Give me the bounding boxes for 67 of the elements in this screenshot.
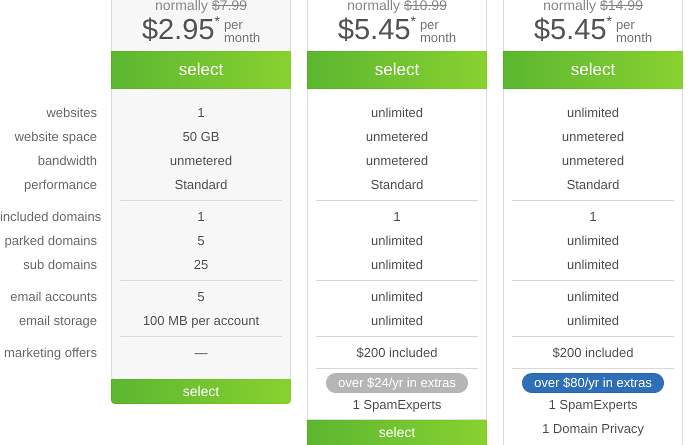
extra-item: 1 SpamExperts <box>352 396 442 414</box>
feature-label: website space <box>14 128 97 146</box>
old-price: $14.99 <box>600 0 643 11</box>
feature-value: unlimited <box>566 104 620 122</box>
feature-value: 5 <box>196 288 206 306</box>
feature-value: 1 <box>588 208 598 226</box>
extras-badge: over $24/yr in extras <box>326 373 468 393</box>
month-label: month <box>616 31 652 44</box>
select-button[interactable]: select <box>111 51 291 89</box>
feature-value: 100 MB per account <box>142 312 260 330</box>
feature-value: unmetered <box>364 152 430 170</box>
price: $5.45 <box>534 13 606 47</box>
feature-value: unlimited <box>370 256 424 274</box>
feature-value: — <box>194 344 208 362</box>
feature-value: unlimited <box>566 256 620 274</box>
old-price: $7.99 <box>212 0 247 11</box>
feature-value: unlimited <box>370 312 424 330</box>
feature-label: parked domains <box>4 232 97 250</box>
feature-value: Standard <box>370 176 424 194</box>
feature-value: unmetered <box>364 128 430 146</box>
price: $2.95 <box>142 13 214 47</box>
old-price: $10.99 <box>404 0 447 11</box>
feature-value: Standard <box>566 176 620 194</box>
feature-value: 50 GB <box>182 128 220 146</box>
feature-label: performance <box>23 176 97 194</box>
feature-value: unmetered <box>560 128 626 146</box>
per-label: per <box>224 18 244 31</box>
feature-value: 5 <box>196 232 206 250</box>
feature-value: unlimited <box>566 232 620 250</box>
feature-value: $200 included <box>552 344 634 362</box>
month-label: month <box>420 31 456 44</box>
feature-value: unlimited <box>370 232 424 250</box>
feature-value: 25 <box>192 256 210 274</box>
select-button[interactable]: select <box>307 51 487 89</box>
feature-label: email accounts <box>9 288 97 306</box>
feature-label: email storage <box>18 312 97 330</box>
price: $5.45 <box>338 13 410 47</box>
select-button[interactable]: select <box>111 379 291 404</box>
feature-value: $200 included <box>356 344 438 362</box>
feature-value: unlimited <box>566 288 620 306</box>
feature-value: Standard <box>174 176 228 194</box>
per-label: per <box>420 18 440 31</box>
per-label: per <box>616 18 636 31</box>
price-asterisk: * <box>410 13 416 29</box>
feature-label: bandwidth <box>36 152 97 170</box>
select-button[interactable]: select <box>307 420 487 445</box>
feature-value: unlimited <box>370 288 424 306</box>
feature-value: unmetered <box>560 152 626 170</box>
feature-value: 1 <box>196 208 206 226</box>
select-button[interactable]: select <box>503 51 683 89</box>
feature-value: unmetered <box>168 152 234 170</box>
feature-value: 1 <box>196 104 206 122</box>
price-asterisk: * <box>606 13 612 29</box>
feature-label: websites <box>45 104 97 122</box>
feature-label: marketing offers <box>3 344 97 362</box>
month-label: month <box>224 31 260 44</box>
feature-value: unlimited <box>370 104 424 122</box>
feature-value: unlimited <box>566 312 620 330</box>
extras-badge: over $80/yr in extras <box>522 373 664 393</box>
normally-label: normally <box>347 0 400 11</box>
price-asterisk: * <box>214 13 220 29</box>
normally-label: normally <box>155 0 208 11</box>
feature-value: 1 <box>392 208 402 226</box>
extra-item: 1 SpamExperts <box>548 396 638 414</box>
extra-item: 1 Domain Privacy <box>542 420 644 438</box>
feature-label: sub domains <box>22 256 97 274</box>
normally-label: normally <box>543 0 596 11</box>
